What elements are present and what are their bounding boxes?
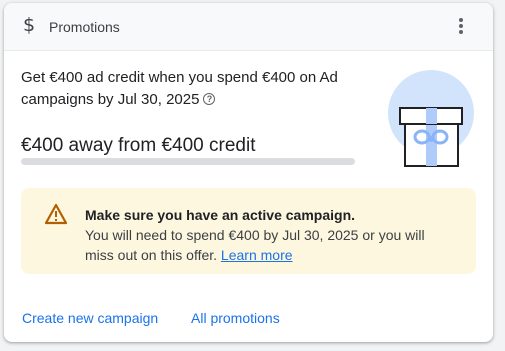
notice-title: Make sure you have an active campaign. bbox=[85, 207, 356, 223]
card-title: Promotions bbox=[49, 19, 120, 35]
all-promotions-link[interactable]: All promotions bbox=[191, 309, 280, 327]
notice-body: You will need to spend €400 by Jul 30, 2… bbox=[85, 225, 455, 265]
dollar-icon: $ bbox=[23, 14, 36, 36]
learn-more-link[interactable]: Learn more bbox=[221, 247, 293, 263]
warning-icon bbox=[44, 203, 68, 225]
create-new-campaign-link[interactable]: Create new campaign bbox=[22, 309, 158, 327]
promotions-card: $ Promotions Get €400 ad credit when you… bbox=[4, 3, 493, 342]
offer-title: Get €400 ad credit when you spend €400 o… bbox=[21, 67, 366, 111]
progress-text: €400 away from €400 credit bbox=[21, 135, 256, 156]
card-header: $ Promotions bbox=[4, 3, 493, 51]
gift-box-illustration bbox=[388, 70, 474, 167]
more-vert-icon bbox=[459, 18, 463, 22]
progress-bar bbox=[21, 158, 355, 165]
help-icon[interactable]: ? bbox=[203, 93, 216, 105]
offer-title-text: Get €400 ad credit when you spend €400 o… bbox=[21, 69, 338, 108]
more-options-button[interactable] bbox=[448, 13, 474, 39]
active-campaign-notice: Make sure you have an active campaign. Y… bbox=[21, 188, 476, 274]
